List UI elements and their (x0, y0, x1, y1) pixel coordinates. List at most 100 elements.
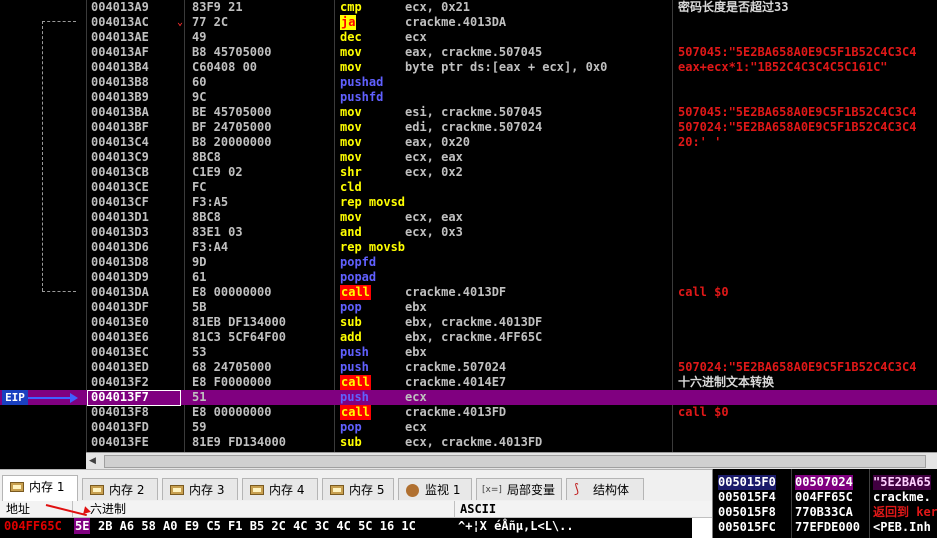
tab-8[interactable]: ⟆ 结构体 (566, 478, 644, 500)
instruction-bytes[interactable]: 8BC8 (192, 150, 221, 165)
instruction-bytes[interactable]: 81E9 FD134000 (192, 435, 286, 450)
instruction-bytes[interactable]: 53 (192, 345, 206, 360)
stack-value[interactable]: 004FF65C (795, 490, 853, 505)
instruction-bytes[interactable]: 59 (192, 420, 206, 435)
instruction-mnemonic[interactable]: pushfd (340, 90, 383, 105)
disasm-row[interactable]: 004013DF 5B pop ebx (0, 300, 937, 315)
instruction-mnemonic[interactable]: mov (340, 210, 362, 225)
instruction-operands[interactable]: ebx (405, 345, 427, 360)
instruction-address[interactable]: 004013D9 (91, 270, 149, 285)
instruction-mnemonic[interactable]: mov (340, 135, 362, 150)
instruction-address[interactable]: 004013F2 (91, 375, 149, 390)
stack-comment[interactable]: "5E2BA65 (873, 475, 931, 490)
instruction-operands[interactable]: esi, crackme.507045 (405, 105, 542, 120)
instruction-address[interactable]: 004013F8 (91, 405, 149, 420)
instruction-address[interactable]: 004013B4 (91, 60, 149, 75)
stack-value[interactable]: 770B33CA (795, 505, 853, 520)
tab-3[interactable]: 内存 3 (162, 478, 238, 500)
dump-row-ascii[interactable]: ^+¦X éÅñµ,L<L\.. (458, 518, 574, 534)
instruction-address[interactable]: 004013C9 (91, 150, 149, 165)
instruction-address[interactable]: 004013E6 (91, 330, 149, 345)
disasm-row[interactable]: 004013B4 C60408 00 mov byte ptr ds:[eax + e… (0, 60, 937, 75)
instruction-comment[interactable]: 十六进制文本转换 (678, 375, 774, 390)
instruction-address[interactable]: 004013D1 (91, 210, 149, 225)
scrollbar-thumb[interactable] (104, 455, 926, 468)
instruction-address[interactable]: 004013A9 (91, 0, 149, 15)
instruction-comment[interactable]: 507045:"5E2BA658A0E9C5F1B52C4C3C4 (678, 45, 916, 60)
disasm-row[interactable]: 004013BA BE 45705000 mov esi, crackme.50704… (0, 105, 937, 120)
instruction-address[interactable]: 004013DA (91, 285, 149, 300)
instruction-operands[interactable]: crackme.4014E7 (405, 375, 506, 390)
instruction-comment[interactable]: 20:' ' (678, 135, 721, 150)
instruction-address[interactable]: 004013E0 (91, 315, 149, 330)
instruction-operands[interactable]: ecx, 0x21 (405, 0, 470, 15)
instruction-comment[interactable]: 507045:"5E2BA658A0E9C5F1B52C4C3C4 (678, 105, 916, 120)
instruction-bytes[interactable]: 8BC8 (192, 210, 221, 225)
instruction-operands[interactable]: crackme.4013DA (405, 15, 506, 30)
disasm-row[interactable]: 004013A9 83F9 21 cmp ecx, 0x21 密码长度是否超过33 (0, 0, 937, 15)
instruction-operands[interactable]: crackme.507024 (405, 360, 506, 375)
instruction-bytes[interactable]: E8 00000000 (192, 405, 271, 420)
instruction-bytes[interactable]: 60 (192, 75, 206, 90)
instruction-operands[interactable]: ecx, eax (405, 150, 463, 165)
tab-4[interactable]: 内存 4 (242, 478, 318, 500)
disasm-row[interactable]: 004013DA E8 00000000 call crackme.4013DF cal… (0, 285, 937, 300)
instruction-mnemonic[interactable]: call (340, 405, 371, 420)
column-header-ascii[interactable]: ASCII (460, 501, 496, 517)
instruction-mnemonic[interactable]: dec (340, 30, 362, 45)
instruction-address[interactable]: 004013FD (91, 420, 149, 435)
stack-row[interactable]: 005015FC 77EFDE000 <PEB.Inh (713, 520, 937, 535)
disasm-row[interactable]: 004013AE 49 dec ecx (0, 30, 937, 45)
instruction-address[interactable]: 004013B8 (91, 75, 149, 90)
instruction-mnemonic[interactable]: call (340, 285, 371, 300)
stack-value[interactable]: 00507024 (795, 475, 853, 490)
instruction-comment[interactable]: eax+ecx*1:"1B52C4C3C4C5C161C" (678, 60, 888, 75)
instruction-operands[interactable]: edi, crackme.507024 (405, 120, 542, 135)
tab-6[interactable]: 监视 1 (398, 478, 472, 500)
instruction-mnemonic[interactable]: push (340, 360, 369, 375)
tab-5[interactable]: 内存 5 (322, 478, 394, 500)
instruction-comment[interactable]: 密码长度是否超过33 (678, 0, 788, 15)
instruction-comment[interactable]: call $0 (678, 285, 729, 300)
stack-comment[interactable]: <PEB.Inh (873, 520, 931, 535)
instruction-mnemonic[interactable]: pop (340, 420, 362, 435)
instruction-comment[interactable]: call $0 (678, 405, 729, 420)
instruction-address[interactable]: 004013BA (91, 105, 149, 120)
disasm-row[interactable]: 004013CB C1E9 02 shr ecx, 0x2 (0, 165, 937, 180)
instruction-mnemonic[interactable]: mov (340, 105, 362, 120)
disasm-row[interactable]: 004013C9 8BC8 mov ecx, eax (0, 150, 937, 165)
instruction-operands[interactable]: ebx, crackme.4013DF (405, 315, 542, 330)
dump-row-hex[interactable]: 2B A6 58 A0 E9 C5 F1 B5 2C 4C 3C 4C 5C 1… (98, 518, 416, 534)
instruction-bytes[interactable]: 81C3 5CF64F00 (192, 330, 286, 345)
disasm-row[interactable]: 004013ED 68 24705000 push crackme.507024 507… (0, 360, 937, 375)
instruction-address[interactable]: 004013C4 (91, 135, 149, 150)
instruction-bytes[interactable]: 77 2C (192, 15, 228, 30)
instruction-operands[interactable]: byte ptr ds:[eax + ecx], 0x0 (405, 60, 607, 75)
disasm-row[interactable]: 004013CF F3:A5 rep movsd (0, 195, 937, 210)
disasm-row[interactable]: 004013C4 B8 20000000 mov eax, 0x20 20:' ' (0, 135, 937, 150)
instruction-address[interactable]: 004013B9 (91, 90, 149, 105)
disasm-row[interactable]: 004013FE 81E9 FD134000 sub ecx, crackme.401… (0, 435, 937, 450)
instruction-bytes[interactable]: 68 24705000 (192, 360, 271, 375)
tab-7[interactable]: [x=] 局部变量 (476, 478, 562, 500)
disasm-row[interactable]: 004013D8 9D popfd (0, 255, 937, 270)
disasm-row[interactable]: 004013F8 E8 00000000 call crackme.4013FD cal… (0, 405, 937, 420)
instruction-operands[interactable]: ebx, crackme.4FF65C (405, 330, 542, 345)
instruction-bytes[interactable]: 83E1 03 (192, 225, 243, 240)
stack-comment[interactable]: crackme. (873, 490, 931, 505)
instruction-mnemonic[interactable]: mov (340, 60, 362, 75)
stack-row[interactable]: 005015F0 00507024 "5E2BA65 (713, 475, 937, 490)
disassembly-view[interactable]: 004013A9 83F9 21 cmp ecx, 0x21 密码长度是否超过33 004… (0, 0, 937, 452)
instruction-address[interactable]: 004013AC (91, 15, 149, 30)
instruction-bytes[interactable]: C1E9 02 (192, 165, 243, 180)
disasm-row[interactable]: 004013D3 83E1 03 and ecx, 0x3 (0, 225, 937, 240)
tab-1[interactable]: 内存 1 (2, 475, 78, 502)
disasm-row[interactable]: 004013CE FC cld (0, 180, 937, 195)
instruction-address[interactable]: 004013FE (91, 435, 149, 450)
instruction-bytes[interactable]: BE 45705000 (192, 105, 271, 120)
instruction-mnemonic[interactable]: sub (340, 435, 362, 450)
instruction-mnemonic[interactable]: call (340, 375, 371, 390)
instruction-operands[interactable]: crackme.4013DF (405, 285, 506, 300)
stack-view[interactable]: 005015F0 00507024 "5E2BA65 005015F4 004FF65C… (712, 469, 937, 538)
tab-2[interactable]: 内存 2 (82, 478, 158, 500)
